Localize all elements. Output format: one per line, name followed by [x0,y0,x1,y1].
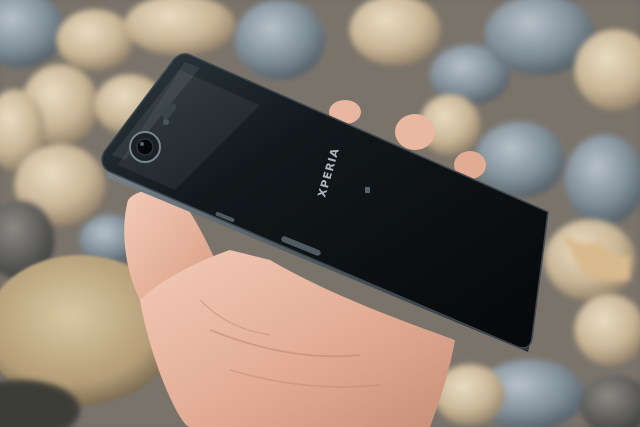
photo-illustration: XPERIA [0,0,640,427]
photo-scene: XPERIA [0,0,640,427]
nfc-mark-icon [365,187,370,193]
